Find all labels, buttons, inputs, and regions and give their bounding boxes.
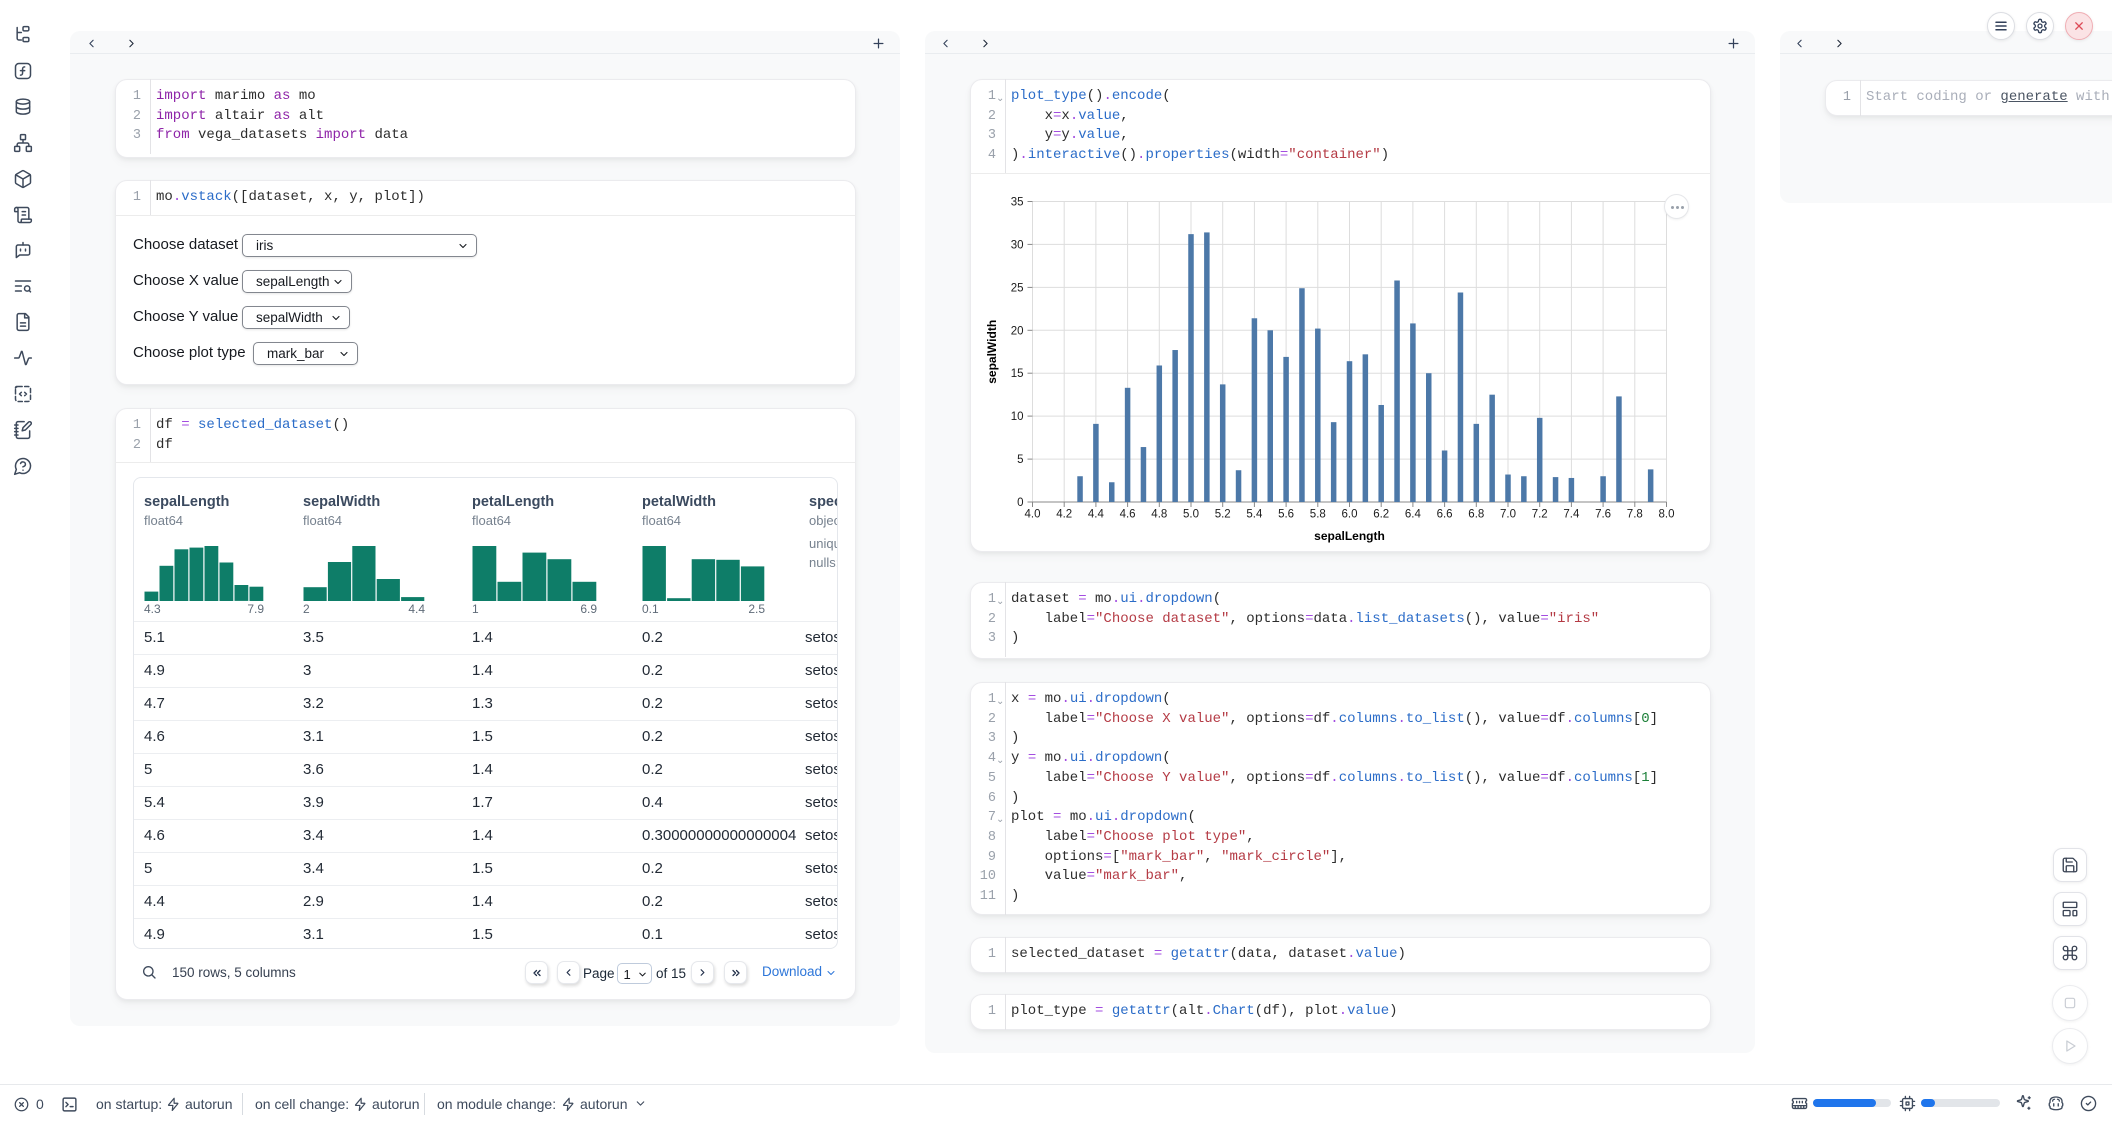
svg-text:5.6: 5.6 — [1278, 509, 1294, 521]
svg-text:7.4: 7.4 — [1563, 509, 1580, 521]
svg-text:4.2: 4.2 — [1056, 509, 1072, 521]
svg-text:5: 5 — [1017, 454, 1023, 466]
svg-text:10: 10 — [1011, 411, 1024, 423]
svg-text:4.8: 4.8 — [1151, 509, 1167, 521]
svg-text:0: 0 — [1017, 497, 1023, 509]
svg-text:sepalWidth: sepalWidth — [985, 320, 999, 384]
svg-text:6.8: 6.8 — [1468, 509, 1484, 521]
svg-text:6.4: 6.4 — [1405, 509, 1422, 521]
svg-text:6.2: 6.2 — [1373, 509, 1389, 521]
svg-text:6.6: 6.6 — [1437, 509, 1453, 521]
svg-text:5.4: 5.4 — [1246, 509, 1263, 521]
svg-text:7.2: 7.2 — [1532, 509, 1548, 521]
svg-text:5.2: 5.2 — [1215, 509, 1231, 521]
svg-text:25: 25 — [1011, 282, 1024, 294]
svg-text:5.8: 5.8 — [1310, 509, 1326, 521]
svg-text:7.8: 7.8 — [1627, 509, 1643, 521]
svg-text:4.4: 4.4 — [1088, 509, 1105, 521]
svg-text:15: 15 — [1011, 368, 1024, 380]
svg-text:sepalLength: sepalLength — [1314, 529, 1385, 543]
svg-text:4.6: 4.6 — [1120, 509, 1136, 521]
svg-text:30: 30 — [1011, 239, 1024, 251]
svg-text:4.0: 4.0 — [1025, 509, 1041, 521]
svg-text:6.0: 6.0 — [1342, 509, 1358, 521]
svg-text:7.0: 7.0 — [1500, 509, 1516, 521]
svg-text:8.0: 8.0 — [1659, 509, 1675, 521]
svg-text:35: 35 — [1011, 197, 1024, 209]
svg-text:5.0: 5.0 — [1183, 509, 1199, 521]
svg-text:7.6: 7.6 — [1595, 509, 1611, 521]
svg-text:20: 20 — [1011, 325, 1024, 337]
